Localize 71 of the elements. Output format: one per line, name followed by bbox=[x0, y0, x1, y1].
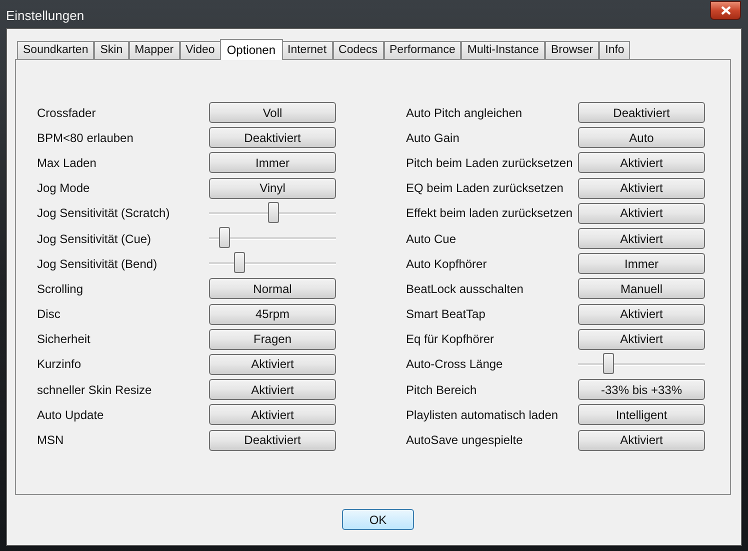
setting-label: Sicherheit bbox=[37, 331, 92, 348]
close-icon bbox=[720, 6, 730, 15]
tab[interactable]: Codecs bbox=[332, 41, 384, 60]
option-button[interactable]: Deaktiviert bbox=[209, 127, 336, 148]
setting-label: Eq für Kopfhörer bbox=[406, 331, 496, 348]
option-button[interactable]: Aktiviert bbox=[578, 202, 705, 224]
option-button[interactable]: Aktiviert bbox=[578, 430, 705, 451]
tab[interactable]: Optionen bbox=[220, 39, 283, 60]
tab[interactable]: Mapper bbox=[128, 41, 180, 60]
setting-label: Max Laden bbox=[37, 154, 98, 172]
option-button[interactable]: Aktiviert bbox=[578, 152, 705, 174]
option-button[interactable]: Aktiviert bbox=[209, 404, 336, 426]
setting-label: BPM<80 erlauben bbox=[37, 130, 134, 147]
setting-label: Scrolling bbox=[37, 280, 84, 298]
slider-thumb[interactable] bbox=[603, 352, 614, 374]
setting-label: Kurzinfo bbox=[37, 356, 82, 374]
setting-label: Jog Mode bbox=[37, 180, 91, 198]
setting-label: Pitch Bereich bbox=[406, 382, 478, 399]
setting-label: Crossfader bbox=[37, 104, 97, 122]
setting-label: Auto-Cross Länge bbox=[406, 356, 504, 374]
tab[interactable]: Multi-Instance bbox=[461, 41, 545, 60]
setting-label: Jog Sensitivität (Cue) bbox=[37, 230, 152, 248]
option-button[interactable]: -33% bis +33% bbox=[578, 379, 705, 400]
tab[interactable]: Video bbox=[180, 41, 221, 60]
tab[interactable]: Internet bbox=[282, 41, 333, 60]
tab[interactable]: Browser bbox=[544, 41, 600, 60]
option-button[interactable]: Fragen bbox=[209, 328, 336, 350]
option-button[interactable]: Aktiviert bbox=[578, 228, 705, 250]
option-button[interactable]: Auto bbox=[578, 127, 705, 148]
option-button[interactable]: Manuell bbox=[578, 278, 705, 300]
slider-thumb[interactable] bbox=[268, 202, 278, 223]
option-button[interactable]: Deaktiviert bbox=[578, 102, 705, 124]
setting-label: Smart BeatTap bbox=[406, 306, 486, 324]
option-button[interactable]: Aktiviert bbox=[578, 328, 705, 350]
setting-label: MSN bbox=[37, 432, 65, 450]
option-button[interactable]: 45rpm bbox=[209, 304, 336, 325]
option-button[interactable]: Aktiviert bbox=[578, 178, 705, 199]
setting-label: schneller Skin Resize bbox=[37, 382, 153, 399]
setting-label: BeatLock ausschalten bbox=[406, 280, 524, 298]
slider-thumb[interactable] bbox=[219, 227, 230, 248]
setting-label: Playlisten automatisch laden bbox=[406, 406, 560, 424]
setting-label: AutoSave ungespielte bbox=[406, 432, 524, 450]
tab[interactable]: Skin bbox=[94, 41, 129, 60]
setting-label: Effekt beim laden zurücksetzen bbox=[406, 205, 574, 222]
option-button[interactable]: Vinyl bbox=[209, 178, 336, 199]
setting-label: Disc bbox=[37, 306, 62, 324]
window-title: Einstellungen bbox=[6, 7, 84, 25]
tab[interactable]: Soundkarten bbox=[17, 41, 94, 60]
option-button[interactable]: Immer bbox=[578, 253, 705, 274]
option-button[interactable]: Aktiviert bbox=[209, 354, 336, 375]
option-button[interactable]: Immer bbox=[209, 152, 336, 174]
setting-label: Jog Sensitivität (Bend) bbox=[37, 256, 158, 273]
tab[interactable]: Performance bbox=[384, 41, 462, 60]
setting-label: Auto Update bbox=[37, 406, 105, 424]
setting-label: EQ beim Laden zurücksetzen bbox=[406, 180, 564, 198]
setting-label: Auto Pitch angleichen bbox=[406, 104, 524, 122]
setting-label: Pitch beim Laden zurücksetzen bbox=[406, 154, 574, 172]
close-button[interactable] bbox=[710, 1, 741, 20]
tab[interactable]: Info bbox=[599, 41, 630, 60]
option-button[interactable]: Intelligent bbox=[578, 404, 705, 426]
setting-label: Auto Cue bbox=[406, 230, 458, 248]
option-button[interactable]: Aktiviert bbox=[578, 304, 705, 325]
option-button[interactable]: Aktiviert bbox=[209, 379, 336, 400]
setting-label: Jog Sensitivität (Scratch) bbox=[37, 205, 171, 222]
option-button[interactable]: Normal bbox=[209, 278, 336, 300]
setting-label: Auto Kopfhörer bbox=[406, 256, 488, 273]
ok-button[interactable]: OK bbox=[342, 509, 414, 530]
option-button[interactable]: Voll bbox=[209, 102, 336, 124]
option-button[interactable]: Deaktiviert bbox=[209, 430, 336, 451]
slider-thumb[interactable] bbox=[234, 252, 246, 274]
setting-label: Auto Gain bbox=[406, 130, 460, 147]
